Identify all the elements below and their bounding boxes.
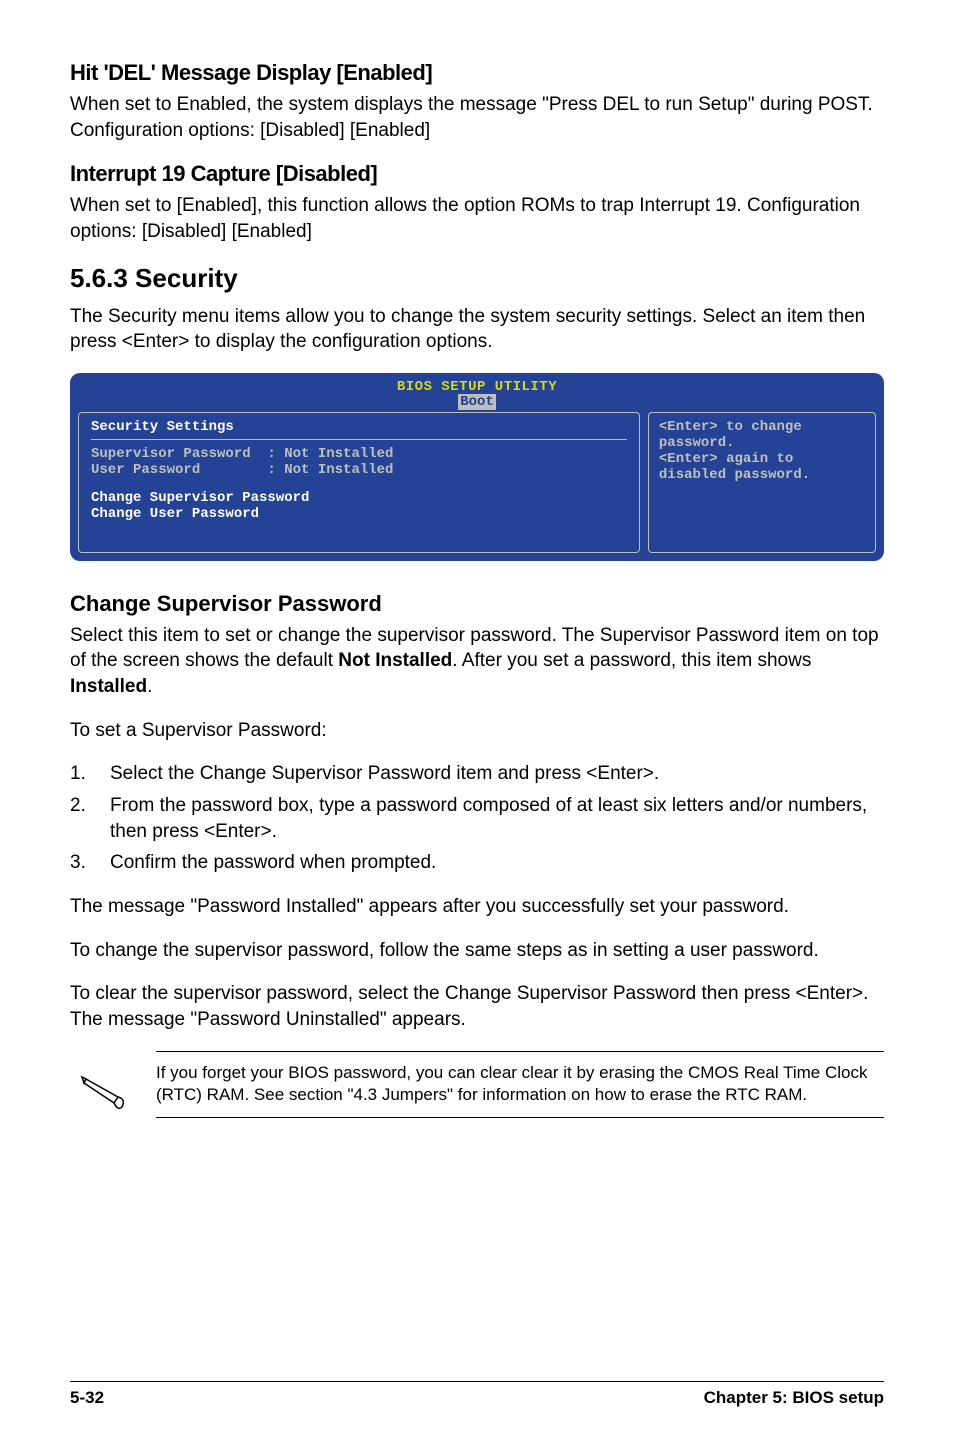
- heading-hit-del: Hit 'DEL' Message Display [Enabled]: [70, 60, 884, 86]
- page-footer: 5-32 Chapter 5: BIOS setup: [70, 1381, 884, 1408]
- bios-supervisor-password-status: Supervisor Password : Not Installed: [91, 446, 627, 462]
- bios-security-settings-title: Security Settings: [91, 419, 627, 435]
- list-item: 1. Select the Change Supervisor Password…: [70, 761, 884, 787]
- bios-left-panel: Security Settings Supervisor Password : …: [78, 412, 640, 553]
- bios-divider: [91, 439, 627, 440]
- list-num: 2.: [70, 793, 110, 844]
- note-pencil-icon: [80, 1069, 128, 1117]
- heading-change-supervisor: Change Supervisor Password: [70, 591, 884, 617]
- list-text: From the password box, type a password c…: [110, 793, 884, 844]
- bios-change-supervisor: Change Supervisor Password: [91, 490, 627, 506]
- list-num: 3.: [70, 850, 110, 876]
- list-item: 2. From the password box, type a passwor…: [70, 793, 884, 844]
- paragraph-change-follow: To change the supervisor password, follo…: [70, 938, 884, 964]
- heading-563-security: 5.6.3 Security: [70, 263, 884, 294]
- paragraph-password-installed: The message "Password Installed" appears…: [70, 894, 884, 920]
- list-item: 3. Confirm the password when prompted.: [70, 850, 884, 876]
- list-num: 1.: [70, 761, 110, 787]
- bios-help-line1: <Enter> to change: [659, 419, 865, 435]
- heading-interrupt19: Interrupt 19 Capture [Disabled]: [70, 161, 884, 187]
- list-text: Confirm the password when prompted.: [110, 850, 884, 876]
- paragraph-clear-password: To clear the supervisor password, select…: [70, 981, 884, 1032]
- body-hit-del: When set to Enabled, the system displays…: [70, 92, 884, 143]
- bios-help-line2: password.: [659, 435, 865, 451]
- body-interrupt19: When set to [Enabled], this function all…: [70, 193, 884, 244]
- bios-user-password-status: User Password : Not Installed: [91, 462, 627, 478]
- bios-tab-boot: Boot: [70, 394, 884, 410]
- list-text: Select the Change Supervisor Password it…: [110, 761, 884, 787]
- note-block: If you forget your BIOS password, you ca…: [70, 1051, 884, 1119]
- paragraph-change-sup-1: Select this item to set or change the su…: [70, 623, 884, 700]
- bold-installed: Installed: [70, 676, 147, 697]
- paragraph-to-set: To set a Supervisor Password:: [70, 718, 884, 744]
- page-number: 5-32: [70, 1388, 104, 1408]
- bios-change-user: Change User Password: [91, 506, 627, 522]
- bios-help-line3: <Enter> again to: [659, 451, 865, 467]
- bios-content: Security Settings Supervisor Password : …: [70, 412, 884, 561]
- bios-screenshot: BIOS SETUP UTILITY Boot Security Setting…: [70, 373, 884, 561]
- bios-help-line4: disabled password.: [659, 467, 865, 483]
- note-text: If you forget your BIOS password, you ca…: [156, 1051, 884, 1119]
- bios-help-panel: <Enter> to change password. <Enter> agai…: [648, 412, 876, 553]
- bios-title: BIOS SETUP UTILITY: [70, 373, 884, 395]
- bios-actions: Change Supervisor Password Change User P…: [91, 490, 627, 522]
- bold-not-installed: Not Installed: [338, 650, 452, 671]
- intro-563: The Security menu items allow you to cha…: [70, 304, 884, 355]
- chapter-title: Chapter 5: BIOS setup: [704, 1388, 884, 1408]
